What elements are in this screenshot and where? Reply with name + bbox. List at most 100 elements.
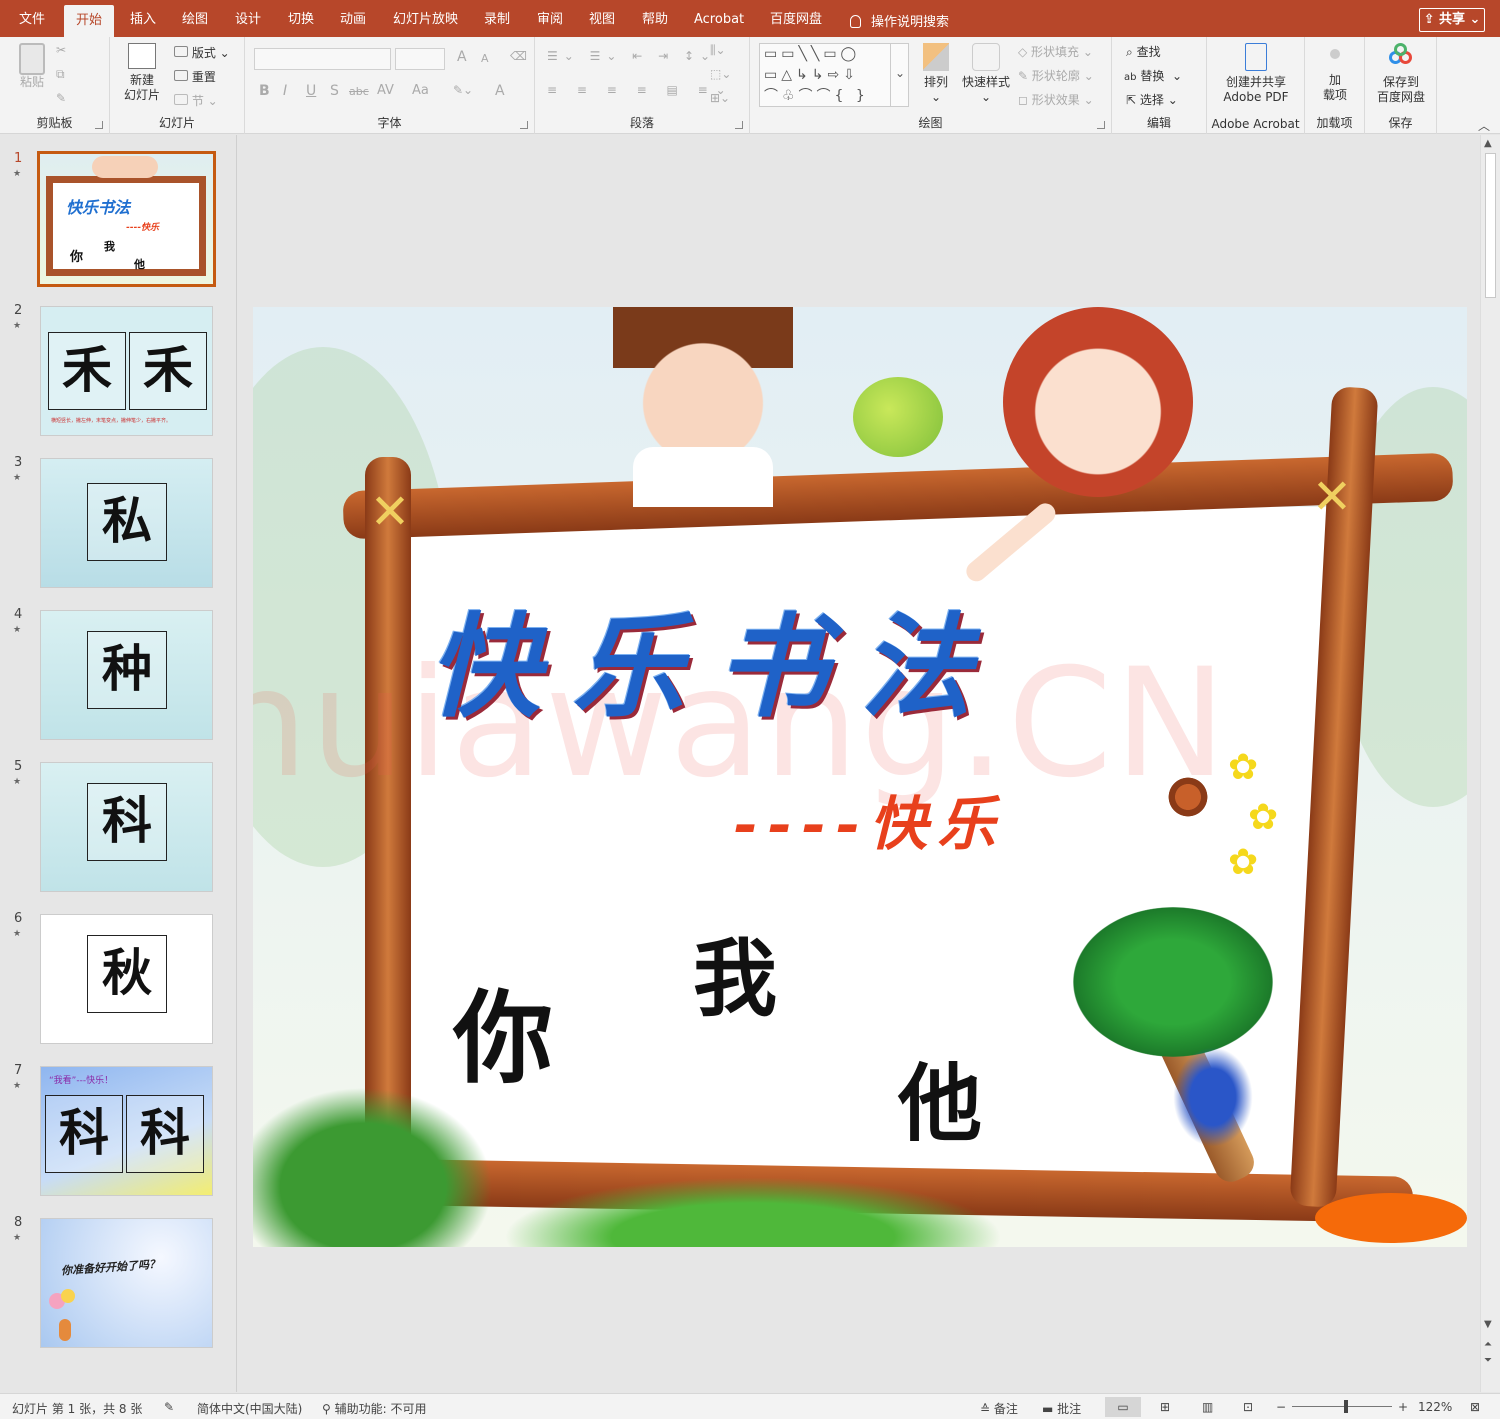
share-button[interactable]: ⇪ 共享 ⌄ bbox=[1419, 8, 1485, 32]
zoom-out-icon[interactable]: − bbox=[1276, 1400, 1286, 1414]
quick-styles-button[interactable]: 快速样式 ⌄ bbox=[958, 43, 1014, 105]
font-color-button[interactable]: A bbox=[495, 83, 505, 99]
comments-button[interactable]: ▬ 批注 bbox=[1042, 1400, 1081, 1417]
fit-to-window-icon[interactable]: ⊠ bbox=[1470, 1400, 1480, 1414]
tab-design[interactable]: 设计 bbox=[235, 0, 261, 37]
align-text-icon[interactable]: ⬚⌄ bbox=[710, 67, 731, 81]
tab-view[interactable]: 视图 bbox=[589, 0, 615, 37]
clipboard-launcher-icon[interactable] bbox=[95, 121, 103, 129]
main-slide[interactable]: ✕ ✕ ✕ ✿ ✿ ✿ shuiawang.CN 快乐书法 ----快乐 你 我… bbox=[253, 307, 1467, 1247]
tab-help[interactable]: 帮助 bbox=[642, 0, 668, 37]
slide-subtitle[interactable]: ----快乐 bbox=[733, 777, 1005, 861]
slide-thumbnail-1[interactable]: 快乐书法 ----快乐 你 我 他 bbox=[37, 151, 216, 287]
slide-char-ni[interactable]: 你 bbox=[453, 957, 553, 1102]
select-button[interactable]: ⇱ 选择 ⌄ bbox=[1126, 91, 1178, 108]
scroll-thumb[interactable] bbox=[1485, 153, 1496, 298]
slide-thumbnail-3[interactable]: 私 bbox=[40, 458, 213, 588]
zoom-slider[interactable] bbox=[1292, 1400, 1392, 1413]
replace-button[interactable]: ab 替换 ⌄ bbox=[1124, 67, 1182, 84]
next-slide-icon[interactable]: ⏷ bbox=[1484, 1355, 1492, 1366]
paragraph-launcher-icon[interactable] bbox=[735, 121, 743, 129]
decrease-font-button[interactable]: A bbox=[481, 52, 489, 65]
orange-oval-shape[interactable] bbox=[1315, 1193, 1467, 1243]
new-slide-button[interactable]: 新建 幻灯片 bbox=[114, 43, 170, 103]
tab-home[interactable]: 开始 bbox=[64, 5, 115, 37]
gallery-more-icon[interactable]: ⌄ bbox=[890, 43, 909, 107]
zoom-slider-thumb[interactable] bbox=[1344, 1400, 1348, 1413]
tab-record[interactable]: 录制 bbox=[484, 0, 510, 37]
smartart-icon[interactable]: ⊞⌄ bbox=[710, 91, 730, 105]
tab-review[interactable]: 审阅 bbox=[537, 0, 563, 37]
shape-outline-button[interactable]: ✎ 形状轮廓 ⌄ bbox=[1018, 67, 1094, 84]
slide-title[interactable]: 快乐书法 bbox=[428, 577, 1004, 739]
slide-char-wo[interactable]: 我 bbox=[693, 912, 777, 1033]
paste-button[interactable]: 粘贴 bbox=[12, 43, 52, 90]
section-button[interactable]: 节 ⌄ bbox=[174, 92, 218, 109]
slide-thumbnail-2[interactable]: 禾 禾 横短竖长，撇左伸，末笔变点，撇伸笔少，右撇平齐。 bbox=[40, 306, 213, 436]
vertical-scrollbar[interactable]: ▲ ▼ ⏶ ⏷ bbox=[1480, 135, 1500, 1392]
cut-icon[interactable]: ✂ bbox=[56, 43, 66, 57]
slide-thumbnail-8[interactable]: 你准备好开始了吗？ bbox=[40, 1218, 213, 1348]
tab-file[interactable]: 文件 bbox=[19, 0, 45, 37]
slide-thumbnail-pane[interactable]: 1 ★ 快乐书法 ----快乐 你 我 他 2 ★ 禾 禾 横短竖长，撇左伸，末… bbox=[0, 135, 237, 1392]
scroll-up-icon[interactable]: ▲ bbox=[1484, 138, 1492, 149]
find-button[interactable]: ⌕ 查找 bbox=[1126, 43, 1161, 60]
tab-baidu[interactable]: 百度网盘 bbox=[770, 0, 822, 37]
shape-effects-button[interactable]: ◻ 形状效果 ⌄ bbox=[1018, 91, 1094, 108]
reading-view-icon[interactable]: ▥ bbox=[1202, 1400, 1213, 1414]
save-to-baidu-label-1: 保存到 bbox=[1382, 75, 1419, 89]
tab-insert[interactable]: 插入 bbox=[130, 0, 156, 37]
list-icons[interactable]: ☰⌄ ☰⌄ ⇤ ⇥ ↕⌄ bbox=[547, 49, 716, 63]
highlight-icon[interactable]: ✎⌄ bbox=[453, 83, 473, 97]
slide-thumbnail-4[interactable]: 种 bbox=[40, 610, 213, 740]
accessibility-status[interactable]: ⚲ 辅助功能: 不可用 bbox=[322, 1400, 426, 1417]
shapes-gallery[interactable]: ▭▭╲╲▭◯ ▭△↳↳⇨⇩ ⌒♧⌒⌒{ } bbox=[759, 43, 909, 107]
font-size-box[interactable] bbox=[395, 48, 445, 70]
tab-draw[interactable]: 绘图 bbox=[182, 0, 208, 37]
notes-edit-icon[interactable]: ✎ bbox=[164, 1400, 174, 1414]
tab-transitions[interactable]: 切换 bbox=[288, 0, 314, 37]
char-spacing-button[interactable]: AV bbox=[377, 83, 394, 98]
slide-thumbnail-6[interactable]: 秋 bbox=[40, 914, 213, 1044]
slide-thumbnail-5[interactable]: 科 bbox=[40, 762, 213, 892]
format-painter-icon[interactable]: ✎ bbox=[56, 91, 66, 105]
addins-button[interactable]: 加 载项 bbox=[1305, 49, 1365, 103]
slide-editor-canvas[interactable]: ✕ ✕ ✕ ✿ ✿ ✿ shuiawang.CN 快乐书法 ----快乐 你 我… bbox=[238, 135, 1480, 1392]
arrange-button[interactable]: 排列 ⌄ bbox=[916, 43, 956, 105]
bold-button[interactable]: B bbox=[259, 83, 270, 99]
copy-icon[interactable]: ⧉ bbox=[56, 67, 65, 82]
notes-button[interactable]: ≙ 备注 bbox=[980, 1400, 1018, 1417]
slide-sorter-icon[interactable]: ⊞ bbox=[1160, 1400, 1170, 1414]
shape-fill-button[interactable]: ◇ 形状填充 ⌄ bbox=[1018, 43, 1093, 60]
zoom-in-icon[interactable]: + bbox=[1398, 1400, 1408, 1414]
layout-button[interactable]: 版式 ⌄ bbox=[174, 44, 230, 61]
tab-slideshow[interactable]: 幻灯片放映 bbox=[393, 0, 458, 37]
prev-slide-icon[interactable]: ⏶ bbox=[1484, 1339, 1492, 1350]
slide-thumbnail-7[interactable]: “我看”---快乐！ 科 科 bbox=[40, 1066, 213, 1196]
change-case-button[interactable]: Aa bbox=[412, 83, 429, 98]
align-icons[interactable]: ≡ ≡ ≡ ≡ ▤ ≡⌄ bbox=[547, 83, 734, 97]
save-to-baidu-button[interactable]: 保存到 百度网盘 bbox=[1365, 43, 1437, 105]
normal-view-icon[interactable]: ▭ bbox=[1105, 1397, 1141, 1417]
drawing-launcher-icon[interactable] bbox=[1097, 121, 1105, 129]
strikethrough-button[interactable]: abc bbox=[349, 85, 369, 98]
zoom-level[interactable]: 122% bbox=[1418, 1400, 1452, 1414]
scroll-down-icon[interactable]: ▼ bbox=[1484, 1319, 1492, 1330]
language-indicator[interactable]: 简体中文(中国大陆) bbox=[197, 1400, 302, 1417]
increase-font-button[interactable]: A bbox=[457, 49, 467, 65]
slide-char-ta[interactable]: 他 bbox=[898, 1037, 982, 1158]
italic-button[interactable]: I bbox=[283, 83, 287, 99]
create-pdf-button[interactable]: 创建并共享 Adobe PDF bbox=[1207, 43, 1305, 105]
shadow-button[interactable]: S bbox=[330, 83, 339, 99]
clear-format-icon[interactable]: ⌫ bbox=[510, 49, 527, 63]
font-launcher-icon[interactable] bbox=[520, 121, 528, 129]
font-name-box[interactable] bbox=[254, 48, 391, 70]
tab-acrobat[interactable]: Acrobat bbox=[694, 0, 744, 37]
reset-button[interactable]: 重置 bbox=[174, 68, 216, 85]
underline-button[interactable]: U bbox=[306, 83, 316, 99]
collapse-ribbon-icon[interactable]: ︿ bbox=[1478, 117, 1490, 134]
tell-me-search[interactable]: 操作说明搜索 bbox=[850, 11, 949, 30]
tab-animations[interactable]: 动画 bbox=[340, 0, 366, 37]
slideshow-icon[interactable]: ⊡ bbox=[1243, 1400, 1253, 1414]
text-direction-icon[interactable]: ⫼⌄ bbox=[710, 43, 726, 58]
